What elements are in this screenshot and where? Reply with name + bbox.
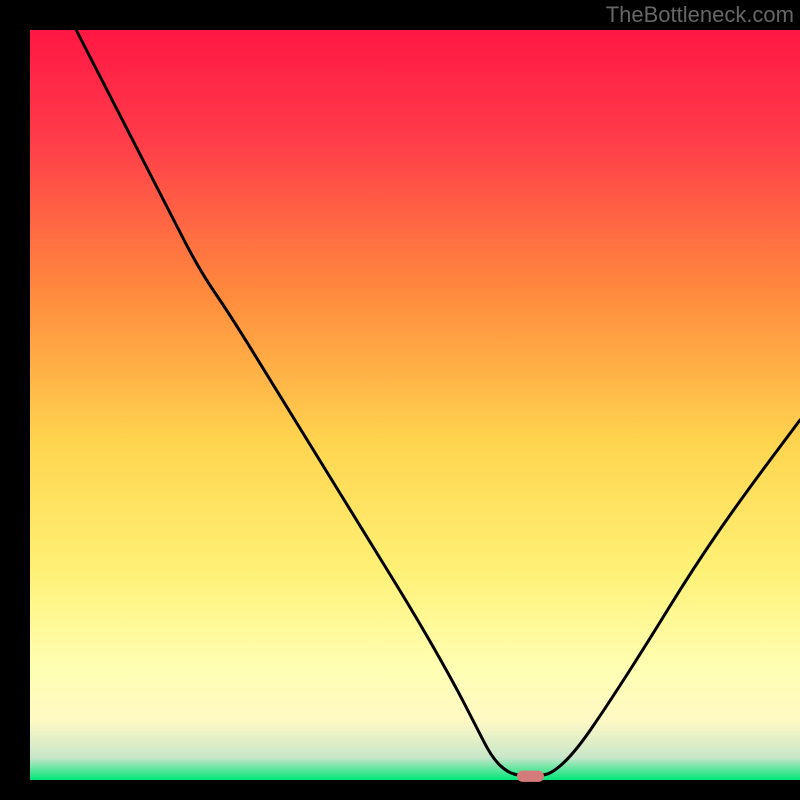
chart-gradient-background (30, 30, 800, 780)
bottleneck-chart (0, 0, 800, 800)
watermark-text: TheBottleneck.com (606, 2, 794, 28)
chart-svg (0, 0, 800, 800)
optimal-point-marker (517, 771, 544, 782)
